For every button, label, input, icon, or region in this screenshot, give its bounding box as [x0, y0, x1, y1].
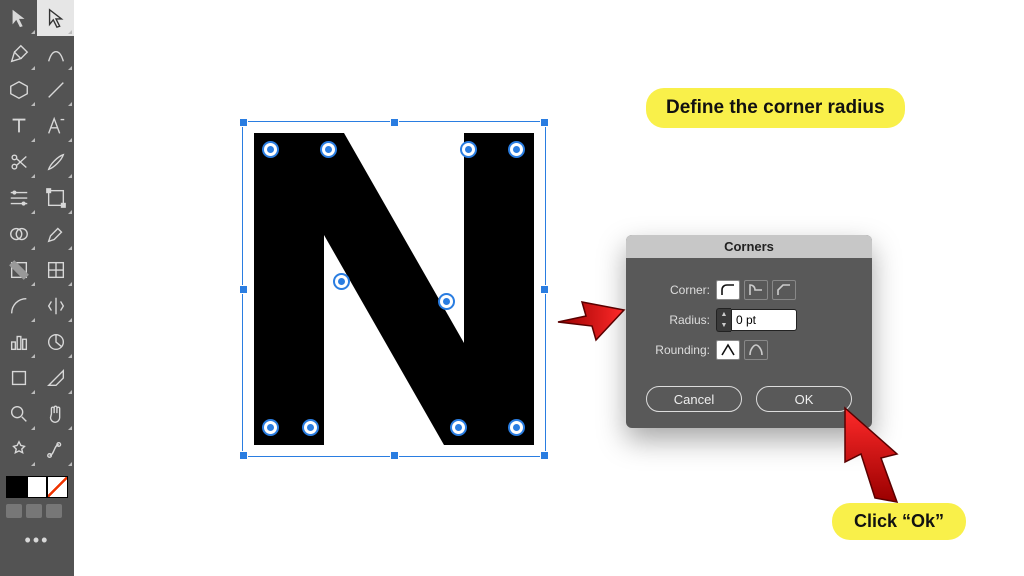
live-corner-3[interactable] [460, 141, 477, 158]
corner-label: Corner: [642, 283, 710, 297]
tool-panel: ••• [0, 0, 74, 576]
scissors-tool[interactable] [0, 144, 37, 180]
corner-type-chamfer[interactable] [772, 280, 796, 300]
corner-type-inverted[interactable] [744, 280, 768, 300]
live-corner-6[interactable] [438, 293, 455, 310]
live-corner-2[interactable] [320, 141, 337, 158]
callout-define-radius: Define the corner radius [646, 88, 905, 128]
live-corner-8[interactable] [302, 419, 319, 436]
arc-tool[interactable] [0, 288, 37, 324]
symbol-sprayer-tool[interactable] [0, 432, 37, 468]
cancel-button[interactable]: Cancel [646, 386, 742, 412]
blend-tool[interactable] [37, 432, 74, 468]
draw-normal[interactable] [6, 504, 22, 518]
radius-input[interactable] [731, 309, 797, 331]
live-corner-5[interactable] [333, 273, 350, 290]
arrow-to-ok [827, 402, 917, 508]
polygon-tool[interactable] [0, 72, 37, 108]
callout-click-ok: Click “Ok” [832, 503, 966, 540]
artboard-tool[interactable] [0, 360, 37, 396]
live-corner-1[interactable] [262, 141, 279, 158]
handle-bot-mid[interactable] [390, 451, 399, 460]
live-corner-9[interactable] [450, 419, 467, 436]
live-corner-7[interactable] [262, 419, 279, 436]
free-transform-tool[interactable] [37, 180, 74, 216]
bounding-box [242, 121, 546, 457]
curvature-tool[interactable] [37, 36, 74, 72]
gradient-tool[interactable] [0, 252, 37, 288]
slice-tool[interactable] [37, 360, 74, 396]
eyedropper-tool[interactable] [37, 216, 74, 252]
pie-graph-tool[interactable] [37, 324, 74, 360]
corners-dialog: Corners Corner: Radius: ▲▼ Rounding: [626, 235, 872, 428]
type-tool[interactable] [0, 108, 37, 144]
edit-toolbar[interactable]: ••• [0, 522, 74, 559]
stroke-swatch[interactable] [27, 476, 48, 498]
column-graph-tool[interactable] [0, 324, 37, 360]
handle-mid-left[interactable] [239, 285, 248, 294]
paintbrush-tool[interactable] [37, 144, 74, 180]
handle-top-left[interactable] [239, 118, 248, 127]
touch-type-tool[interactable] [37, 108, 74, 144]
rounding-absolute[interactable] [716, 340, 740, 360]
canvas[interactable]: Corners Corner: Radius: ▲▼ Rounding: [74, 0, 1024, 576]
dialog-title: Corners [626, 235, 872, 258]
live-corner-4[interactable] [508, 141, 525, 158]
rounding-label: Rounding: [642, 343, 710, 357]
mesh-tool[interactable] [37, 252, 74, 288]
live-corner-10[interactable] [508, 419, 525, 436]
selection-tool[interactable] [0, 0, 37, 36]
shape-builder-tool[interactable] [0, 216, 37, 252]
selected-letter-n[interactable] [242, 121, 546, 457]
fill-swatch[interactable] [6, 476, 27, 498]
draw-modes[interactable] [0, 500, 74, 522]
color-swatches[interactable] [0, 474, 74, 500]
direct-selection-tool[interactable] [37, 0, 74, 36]
corner-type-round[interactable] [716, 280, 740, 300]
handle-bot-left[interactable] [239, 451, 248, 460]
draw-inside[interactable] [46, 504, 62, 518]
reflect-tool[interactable] [37, 288, 74, 324]
handle-top-mid[interactable] [390, 118, 399, 127]
draw-behind[interactable] [26, 504, 42, 518]
pen-tool[interactable] [0, 36, 37, 72]
radius-label: Radius: [642, 313, 710, 327]
hand-tool[interactable] [37, 396, 74, 432]
handle-top-right[interactable] [540, 118, 549, 127]
width-tool[interactable] [0, 180, 37, 216]
line-tool[interactable] [37, 72, 74, 108]
zoom-tool[interactable] [0, 396, 37, 432]
handle-bot-right[interactable] [540, 451, 549, 460]
handle-mid-right[interactable] [540, 285, 549, 294]
radius-stepper[interactable]: ▲▼ [716, 308, 731, 332]
rounding-relative[interactable] [744, 340, 768, 360]
arrow-to-radius [552, 278, 630, 342]
none-swatch[interactable] [47, 476, 68, 498]
